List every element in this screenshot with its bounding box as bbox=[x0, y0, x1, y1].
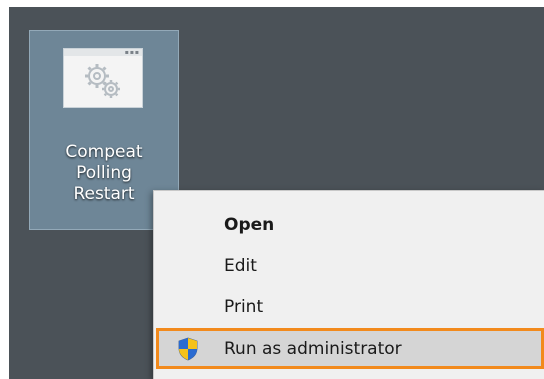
menu-item-label: Print bbox=[224, 296, 264, 317]
menu-item-label: Edit bbox=[224, 255, 257, 276]
uac-shield-icon bbox=[178, 337, 198, 361]
menu-item-print[interactable]: Print bbox=[154, 287, 544, 326]
menu-item-label: Open bbox=[224, 214, 275, 235]
gears-icon bbox=[85, 64, 120, 98]
menu-item-edit[interactable]: Edit bbox=[154, 246, 544, 285]
shortcut-thumbnail: ▪▪▪ bbox=[63, 48, 143, 108]
menu-item-label: Run as administrator bbox=[224, 338, 402, 359]
shortcut-label-line: Compeat bbox=[65, 142, 143, 162]
menu-item-open[interactable]: Open bbox=[154, 205, 544, 244]
menu-item-run-as-administrator[interactable]: Run as administrator bbox=[156, 328, 544, 369]
shortcut-label-line: Polling bbox=[76, 163, 132, 183]
context-menu: Open Edit Print Run as administrator bbox=[153, 190, 544, 379]
